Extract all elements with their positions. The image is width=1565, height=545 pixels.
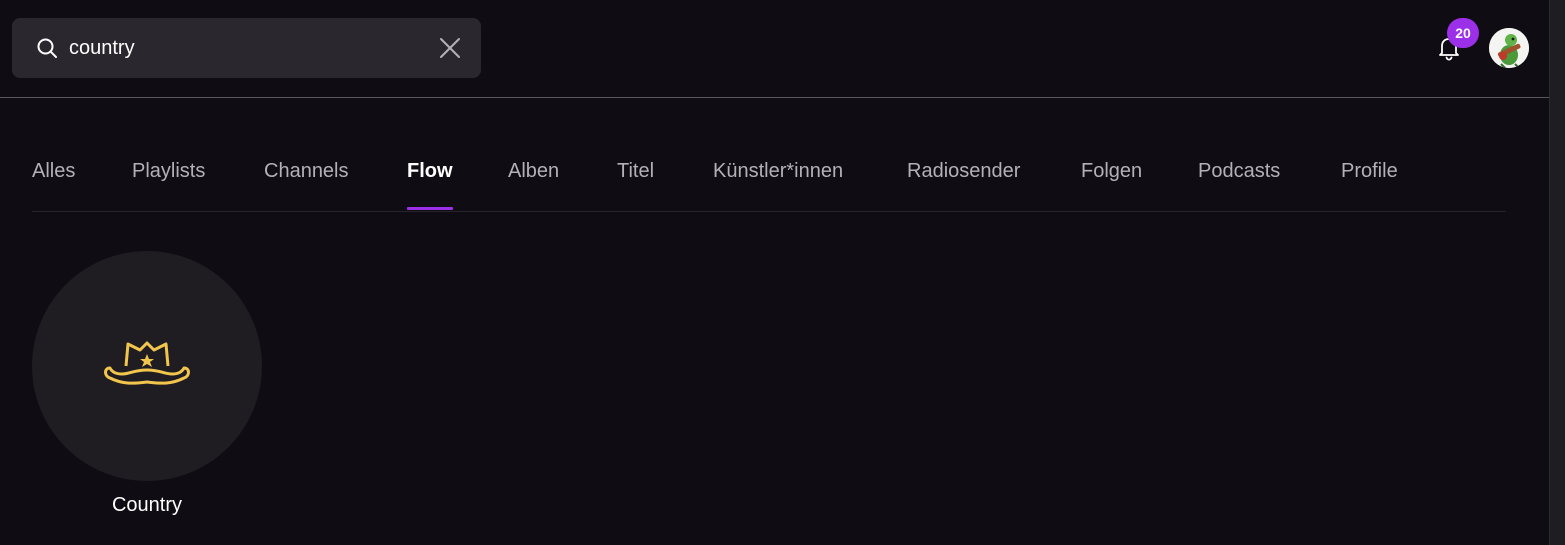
tab-playlists[interactable]: Playlists bbox=[132, 160, 205, 183]
search-input[interactable] bbox=[69, 32, 429, 64]
notification-badge: 20 bbox=[1447, 18, 1479, 48]
search-bar[interactable] bbox=[12, 18, 481, 78]
header-divider bbox=[0, 97, 1549, 98]
avatar[interactable] bbox=[1489, 28, 1529, 68]
cowboy-hat-icon bbox=[104, 341, 190, 385]
tab-folgen[interactable]: Folgen bbox=[1081, 160, 1142, 183]
scrollbar[interactable] bbox=[1549, 0, 1565, 545]
close-icon[interactable] bbox=[438, 36, 462, 60]
active-tab-indicator bbox=[407, 207, 453, 210]
tab-titel[interactable]: Titel bbox=[617, 160, 654, 183]
tab-alles[interactable]: Alles bbox=[32, 160, 75, 183]
tab-podcasts[interactable]: Podcasts bbox=[1198, 160, 1280, 183]
tab-flow[interactable]: Flow bbox=[407, 160, 453, 183]
flow-card-country[interactable]: Country bbox=[32, 251, 262, 531]
avatar-image bbox=[1489, 28, 1529, 68]
tab-kuenstlerinnen[interactable]: Künstler*innen bbox=[713, 160, 843, 183]
search-results-page: 20 Alles Playlists Channels Flow Alben T… bbox=[0, 0, 1565, 545]
flow-artwork bbox=[32, 251, 262, 481]
tab-alben[interactable]: Alben bbox=[508, 160, 559, 183]
search-icon bbox=[37, 38, 57, 58]
category-tabs: Alles Playlists Channels Flow Alben Tite… bbox=[32, 150, 1506, 212]
flow-card-label: Country bbox=[111, 494, 183, 516]
tab-profile[interactable]: Profile bbox=[1341, 160, 1398, 183]
tab-radiosender[interactable]: Radiosender bbox=[907, 160, 1020, 183]
tab-channels[interactable]: Channels bbox=[264, 160, 349, 183]
